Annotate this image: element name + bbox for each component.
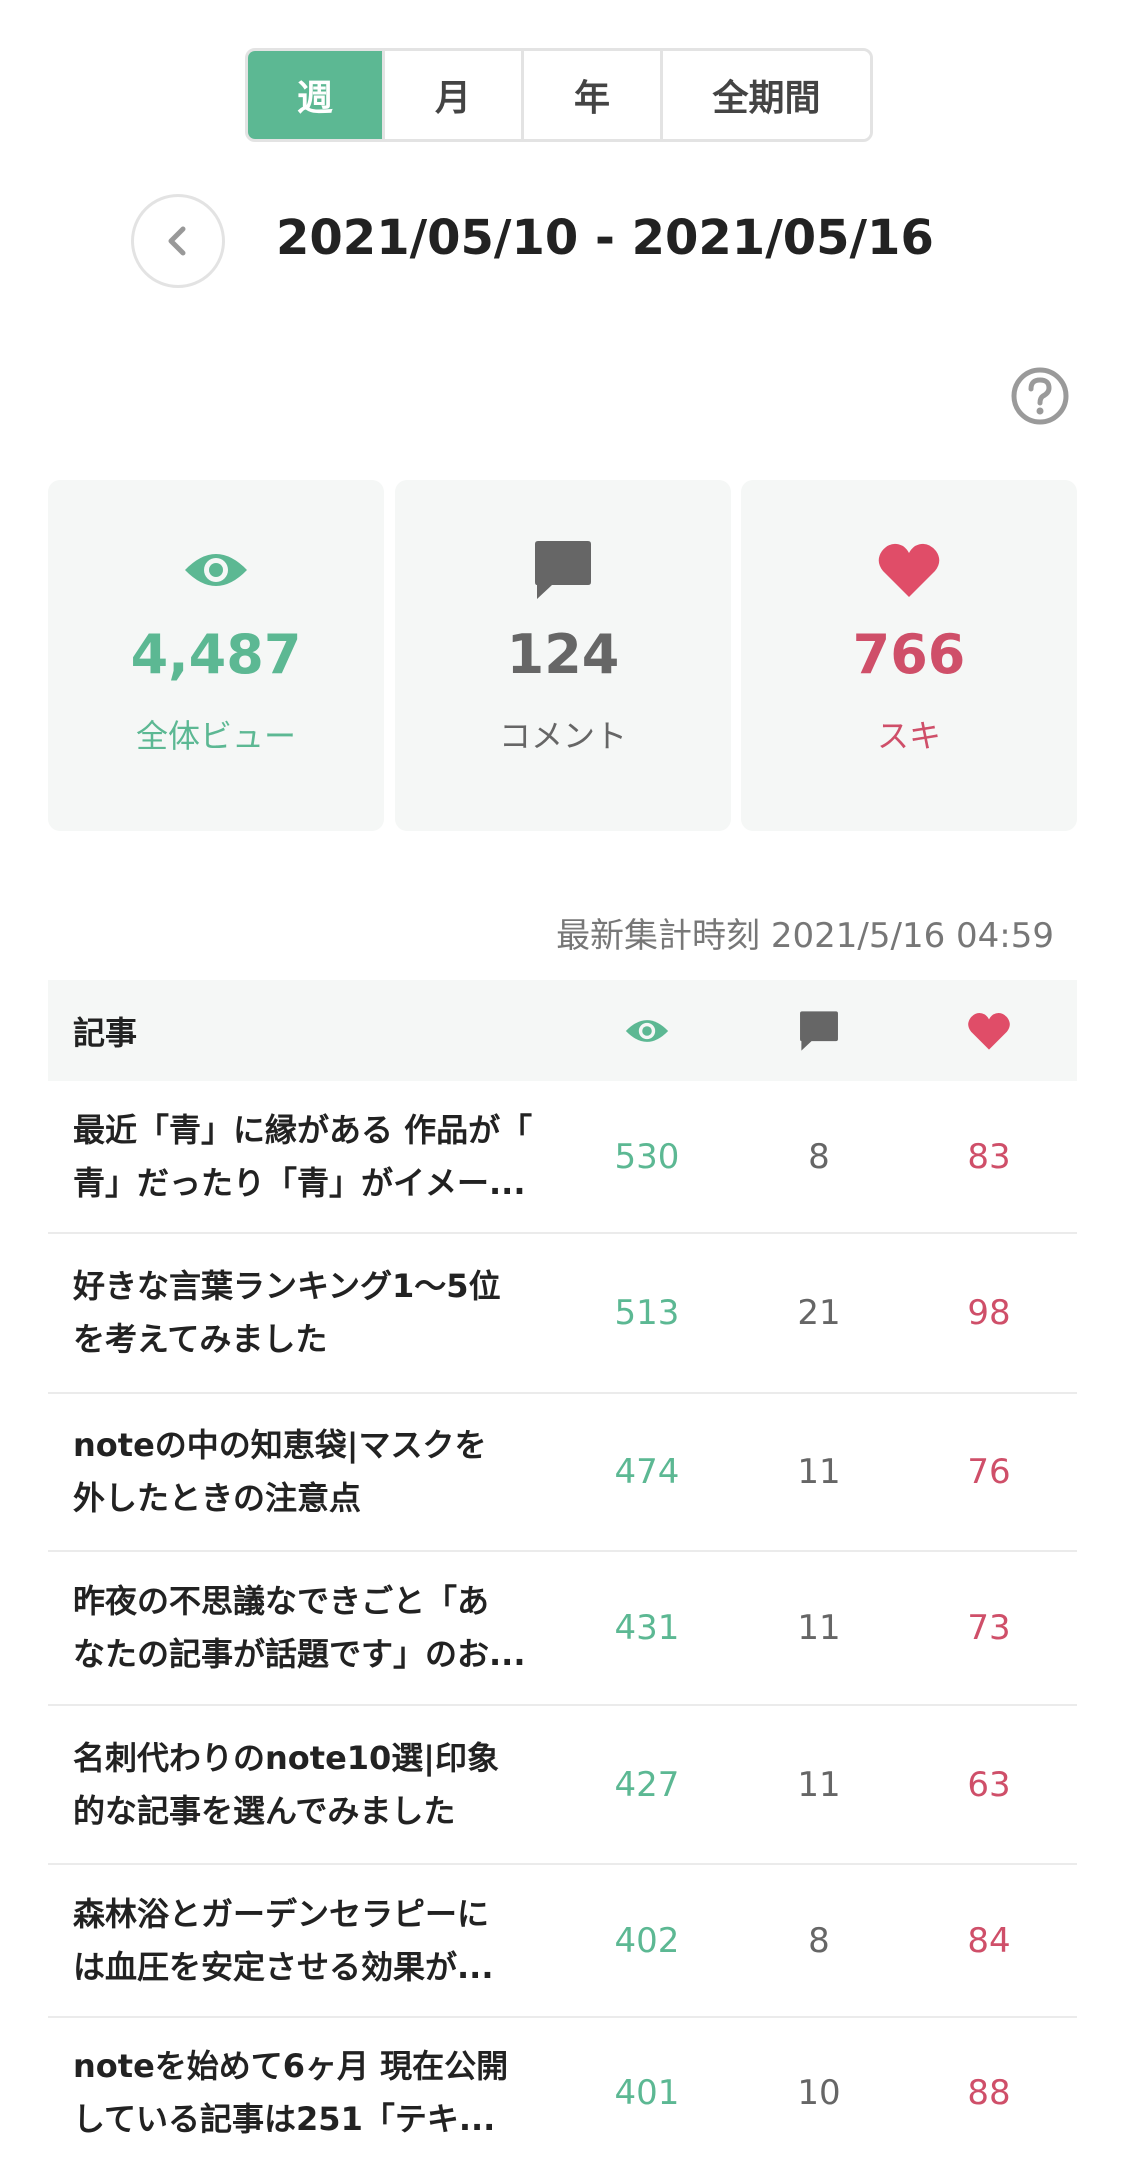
- views-count: 431: [614, 1608, 680, 1648]
- article-title: 名刺代わりのnote10選|印象 的な記事を選んでみました: [73, 1738, 499, 1830]
- comments-count: 10: [797, 2073, 841, 2113]
- views-count: 513: [614, 1293, 680, 1333]
- comment-bubble-icon: [535, 541, 591, 599]
- table-row[interactable]: 昨夜の不思議なできごと「あ なたの記事が話題です」のお... 431 11 73: [48, 1552, 1077, 1706]
- last-updated-time: 最新集計時刻 2021/5/16 04:59: [556, 916, 1054, 956]
- period-tabs: 週 月 年 全期間: [245, 48, 873, 142]
- eye-icon: [185, 554, 247, 586]
- total-views-label: 全体ビュー: [135, 717, 296, 755]
- likes-count: 83: [967, 1136, 1011, 1177]
- article-title: 好きな言葉ランキング1〜5位 を考えてみました: [73, 1267, 501, 1358]
- table-row[interactable]: 森林浴とガーデンセラピーに は血圧を安定させる効果が... 402 8 84: [48, 1865, 1077, 2018]
- views-count: 530: [614, 1136, 680, 1177]
- chevron-left-icon: [168, 226, 186, 256]
- likes-summary-card: 766 スキ: [741, 480, 1077, 831]
- comments-count: 8: [808, 1920, 830, 1961]
- column-header-comments[interactable]: [779, 980, 859, 1081]
- likes-count: 84: [967, 1920, 1011, 1961]
- total-likes-label: スキ: [876, 717, 941, 755]
- comment-bubble-icon: [800, 1010, 838, 1051]
- comments-count: 11: [797, 1608, 841, 1648]
- views-count: 402: [614, 1920, 680, 1961]
- heart-icon: [968, 1012, 1010, 1050]
- table-row[interactable]: noteの中の知恵袋|マスクを 外したときの注意点 474 11 76: [48, 1394, 1077, 1552]
- column-header-views[interactable]: [607, 980, 687, 1081]
- total-comments-label: コメント: [498, 717, 627, 755]
- comments-summary-card: 124 コメント: [395, 480, 731, 831]
- question-circle-icon[interactable]: [1010, 366, 1070, 426]
- views-count: 474: [614, 1452, 680, 1492]
- total-likes-value: 766: [852, 623, 966, 686]
- table-row[interactable]: noteを始めて6ヶ月 現在公開 している記事は251「テキ... 401 10…: [48, 2018, 1077, 2168]
- article-title: 最近「青」に縁がある 作品が「 青」だったり「青」がイメー...: [73, 1110, 533, 1202]
- article-title: noteの中の知恵袋|マスクを 外したときの注意点: [73, 1426, 487, 1517]
- article-title: 昨夜の不思議なできごと「あ なたの記事が話題です」のお...: [73, 1582, 526, 1673]
- likes-count: 73: [967, 1608, 1011, 1648]
- likes-count: 63: [967, 1764, 1011, 1805]
- previous-period-button[interactable]: [131, 194, 225, 288]
- likes-count: 98: [967, 1293, 1011, 1333]
- total-comments-value: 124: [506, 623, 620, 686]
- table-header: 記事: [48, 980, 1077, 1081]
- tab-month[interactable]: 月: [385, 51, 524, 139]
- likes-count: 76: [967, 1452, 1011, 1492]
- comments-count: 11: [797, 1452, 841, 1492]
- table-row[interactable]: 名刺代わりのnote10選|印象 的な記事を選んでみました 427 11 63: [48, 1706, 1077, 1865]
- heart-icon: [878, 543, 940, 597]
- tab-week[interactable]: 週: [248, 51, 385, 139]
- views-count: 401: [614, 2073, 680, 2113]
- column-header-likes[interactable]: [949, 980, 1029, 1081]
- article-stats-table: 記事 最近「青」に縁がある 作品が「 青」だったり「青」がイメー... 530 …: [48, 980, 1077, 2168]
- comments-count: 8: [808, 1136, 830, 1177]
- table-row[interactable]: 最近「青」に縁がある 作品が「 青」だったり「青」がイメー... 530 8 8…: [48, 1081, 1077, 1234]
- table-row[interactable]: 好きな言葉ランキング1〜5位 を考えてみました 513 21 98: [48, 1234, 1077, 1394]
- likes-count: 88: [967, 2073, 1011, 2113]
- comments-count: 21: [797, 1293, 841, 1333]
- date-range: 2021/05/10 - 2021/05/16: [276, 210, 934, 266]
- article-title: 森林浴とガーデンセラピーに は血圧を安定させる効果が...: [73, 1894, 494, 1986]
- views-count: 427: [614, 1764, 680, 1805]
- column-header-article: 記事: [73, 1013, 138, 1052]
- comments-count: 11: [797, 1764, 841, 1805]
- article-title: noteを始めて6ヶ月 現在公開 している記事は251「テキ...: [73, 2047, 509, 2138]
- views-summary-card: 4,487 全体ビュー: [48, 480, 384, 831]
- tab-year[interactable]: 年: [524, 51, 663, 139]
- tab-all-time[interactable]: 全期間: [663, 51, 870, 139]
- total-views-value: 4,487: [130, 623, 302, 686]
- eye-icon: [625, 1019, 669, 1042]
